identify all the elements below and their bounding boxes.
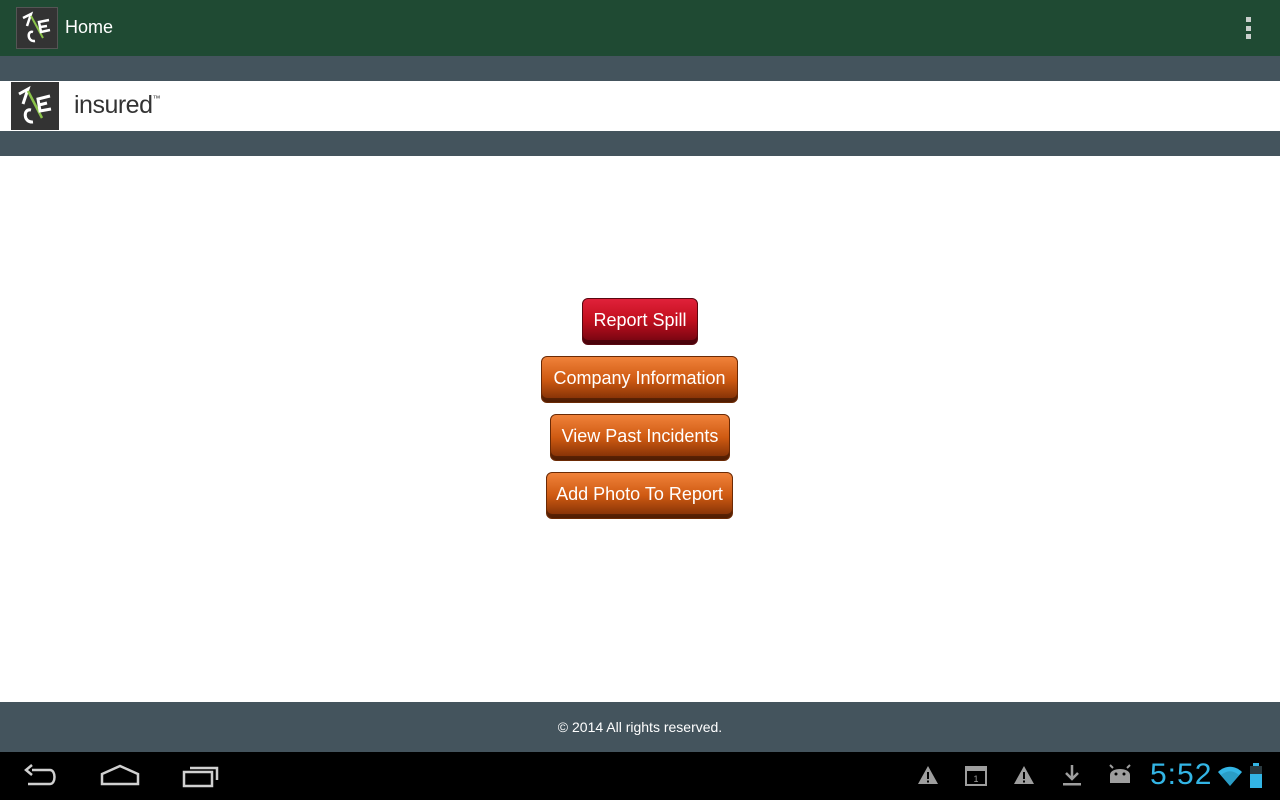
recent-apps-icon[interactable] — [182, 760, 220, 792]
trademark-mark: ™ — [152, 94, 161, 103]
action-bar: Home — [0, 0, 1280, 56]
warning-icon[interactable] — [1012, 763, 1036, 787]
company-information-button[interactable]: Company Information — [541, 356, 738, 403]
android-icon[interactable] — [1106, 763, 1134, 787]
brand-bar — [0, 81, 1280, 131]
battery-icon — [1250, 763, 1262, 788]
brand-wordmark: insured™ — [74, 91, 160, 120]
page-title: Home — [65, 17, 114, 37]
download-icon[interactable] — [1060, 763, 1084, 787]
add-photo-to-report-button[interactable]: Add Photo To Report — [546, 472, 733, 519]
calendar-icon[interactable]: 1 — [964, 763, 988, 787]
status-clock: 5:52 — [1150, 758, 1213, 791]
back-icon[interactable] — [22, 760, 60, 792]
overflow-menu-icon[interactable] — [1236, 14, 1260, 42]
header-band-bottom — [0, 131, 1280, 156]
home-icon[interactable] — [100, 760, 140, 792]
brand-text: insured — [74, 91, 153, 119]
copyright-text: © 2014 All rights reserved. — [557, 719, 723, 735]
ace-logo-icon — [11, 82, 59, 130]
header-band-top — [0, 56, 1280, 81]
report-spill-button[interactable]: Report Spill — [582, 298, 698, 345]
footer: © 2014 All rights reserved. — [0, 702, 1280, 752]
wifi-icon — [1218, 766, 1242, 786]
view-past-incidents-button[interactable]: View Past Incidents — [550, 414, 730, 461]
warning-icon[interactable] — [916, 763, 940, 787]
system-nav-bar: 1 — [0, 752, 1280, 800]
app-logo-icon[interactable] — [16, 7, 58, 49]
svg-text:1: 1 — [973, 774, 978, 784]
